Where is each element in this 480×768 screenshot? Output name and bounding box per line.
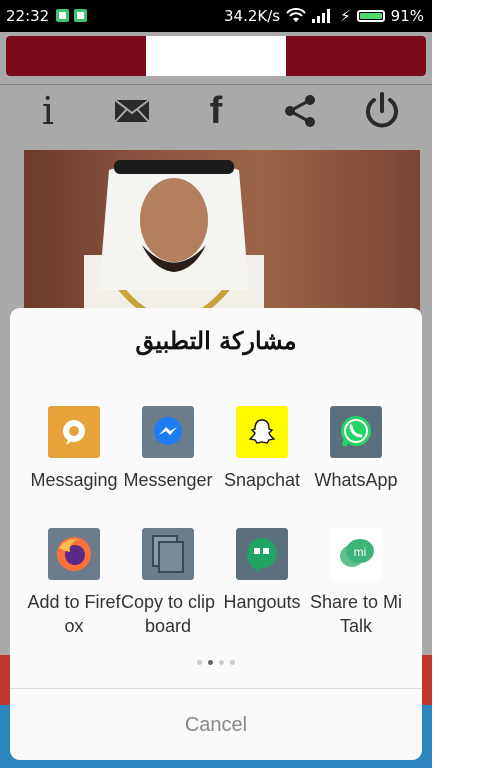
share-app-messaging[interactable]: Messaging	[26, 406, 122, 492]
network-speed: 34.2K/s	[224, 7, 281, 25]
app-screen: 22:32 34.2K/s ⚡ 91% i f مشاركة التطبيق M…	[0, 0, 432, 768]
share-app-label: WhatsApp	[314, 470, 398, 490]
page-dot-active	[208, 660, 213, 665]
qatar-flag-banner	[6, 36, 426, 76]
share-app-label: Add to Firefox	[27, 592, 121, 636]
share-sheet-title: مشاركة التطبيق	[135, 326, 297, 355]
whatsapp-icon	[330, 406, 382, 458]
share-app-label: Hangouts	[223, 592, 301, 612]
share-app-clipboard[interactable]: Copy to clipboard	[120, 528, 216, 638]
messaging-icon	[48, 406, 100, 458]
battery-icon	[356, 10, 385, 22]
hangouts-icon	[236, 528, 288, 580]
notification-icon	[56, 9, 69, 22]
status-bar: 22:32 34.2K/s ⚡ 91%	[0, 0, 432, 32]
page-indicator	[10, 660, 422, 665]
wifi-icon	[286, 8, 306, 22]
share-app-hangouts[interactable]: Hangouts	[214, 528, 310, 614]
facebook-icon[interactable]: f	[196, 90, 236, 132]
share-app-label: Copy to clipboard	[120, 592, 216, 636]
share-app-snapchat[interactable]: Snapchat	[214, 406, 310, 492]
status-time: 22:32	[6, 7, 50, 25]
toolbar: i f	[0, 84, 432, 137]
portrait-photo	[24, 150, 420, 310]
messenger-icon	[142, 406, 194, 458]
share-app-mitalk[interactable]: mi Share to Mi Talk	[308, 528, 404, 638]
share-app-label: Snapchat	[223, 470, 301, 490]
info-icon[interactable]: i	[28, 89, 68, 133]
share-icon[interactable]	[280, 91, 320, 131]
status-right: 34.2K/s ⚡ 91%	[224, 7, 424, 25]
svg-text:mi: mi	[354, 545, 367, 559]
page-dot	[219, 660, 224, 665]
charging-icon: ⚡	[340, 7, 351, 25]
share-app-firefox[interactable]: Add to Firefox	[26, 528, 122, 638]
notification-icon-2	[74, 9, 87, 22]
mail-icon[interactable]	[112, 91, 152, 131]
share-app-messenger[interactable]: Messenger	[120, 406, 216, 492]
share-app-whatsapp[interactable]: WhatsApp	[308, 406, 404, 492]
cancel-button[interactable]: Cancel	[10, 688, 422, 760]
page-dot	[197, 660, 202, 665]
share-app-label: Messaging	[30, 470, 118, 490]
share-app-label: Share to Mi Talk	[309, 592, 403, 636]
battery-percent: 91%	[390, 7, 424, 25]
page-dot	[230, 660, 235, 665]
portrait-figure	[84, 160, 264, 310]
power-icon[interactable]	[362, 91, 402, 131]
snapchat-icon	[236, 406, 288, 458]
mitalk-icon: mi	[330, 528, 382, 580]
share-app-label: Messenger	[123, 470, 213, 490]
signal-icon	[312, 9, 331, 23]
clipboard-icon	[142, 528, 194, 580]
share-sheet: مشاركة التطبيق Messaging Messenger Snapc…	[10, 308, 422, 760]
firefox-icon	[48, 528, 100, 580]
